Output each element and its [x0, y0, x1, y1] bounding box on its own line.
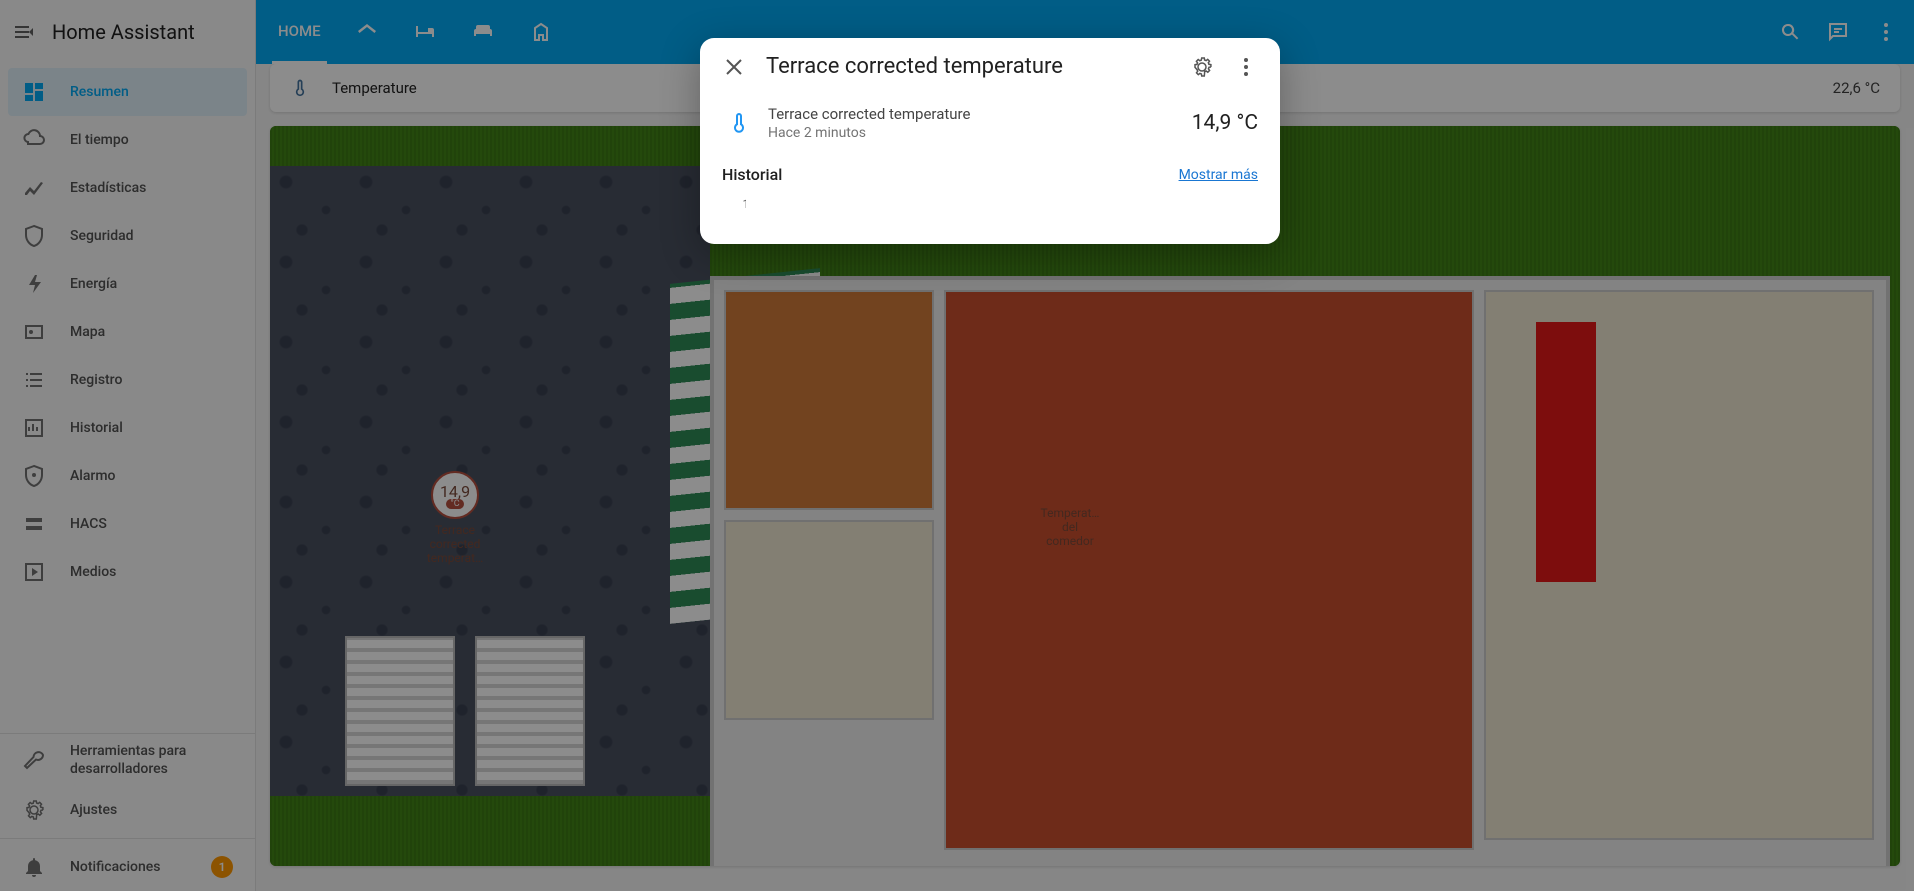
modal-header: Terrace corrected temperature — [722, 54, 1258, 79]
history-header: Historial Mostrar más — [722, 165, 1258, 184]
chart-svg: 9101112131415°C13:0017:0020:0030 dic3:00… — [722, 194, 746, 218]
modal-sensor-sub: Hace 2 minutos — [768, 125, 970, 141]
modal-entity-info: Terrace corrected temperature Terrace co… — [700, 38, 1280, 244]
history-show-more[interactable]: Mostrar más — [1179, 167, 1258, 183]
modal-sensor-row: Terrace corrected temperature Hace 2 min… — [722, 105, 1258, 141]
history-chart: 9101112131415°C13:0017:0020:0030 dic3:00… — [722, 194, 1258, 218]
close-icon[interactable] — [722, 55, 746, 79]
gear-icon[interactable] — [1190, 55, 1214, 79]
modal-title: Terrace corrected temperature — [766, 54, 1170, 79]
svg-text:15: 15 — [743, 197, 747, 211]
thermometer-icon — [722, 111, 756, 135]
modal-sensor-text: Terrace corrected temperature Hace 2 min… — [768, 105, 970, 141]
modal-sensor-value: 14,9 °C — [1192, 111, 1258, 135]
modal-sensor-name: Terrace corrected temperature — [768, 105, 970, 123]
history-label: Historial — [722, 165, 782, 184]
more-icon[interactable] — [1234, 55, 1258, 79]
